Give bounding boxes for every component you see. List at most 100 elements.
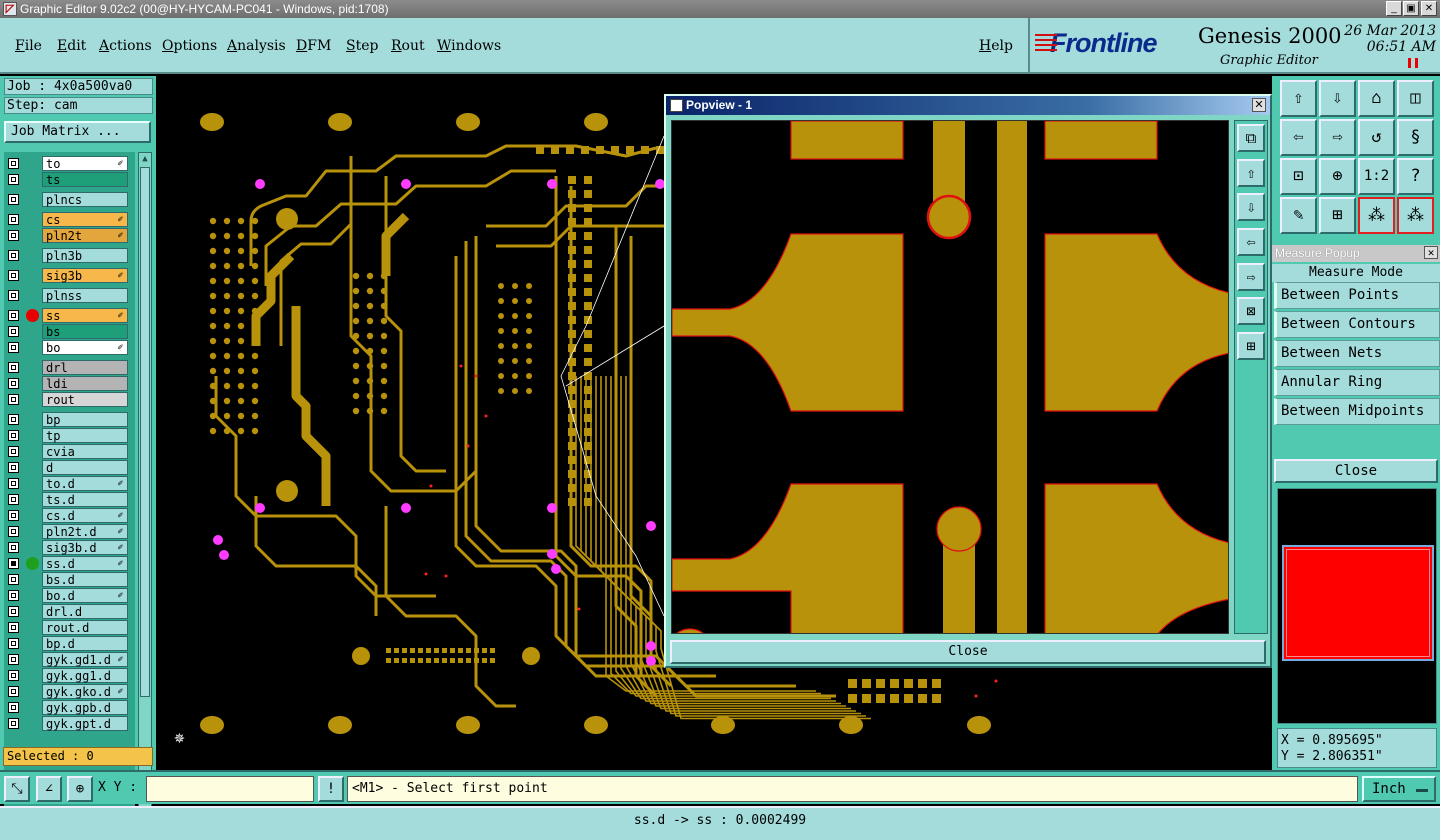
layer-name[interactable]: ss ✐ — [42, 308, 128, 323]
layer-name[interactable]: pln3b — [42, 248, 128, 263]
layer-row-to-d[interactable]: to.d ✐ — [4, 475, 135, 491]
net-measure-icon[interactable]: ⁂ — [1358, 197, 1395, 234]
layer-name[interactable]: cs.d ✐ — [42, 508, 128, 523]
popview-close-button[interactable]: Close — [670, 640, 1266, 664]
layer-checkbox[interactable] — [8, 654, 19, 665]
layer-checkbox[interactable] — [8, 622, 19, 633]
layer-row-ss-d[interactable]: ss.d ✐ — [4, 555, 135, 571]
menu-edit[interactable]: Edit — [57, 38, 86, 54]
layer-name[interactable]: ldi — [42, 376, 128, 391]
layer-row-plncs[interactable]: plncs — [4, 191, 135, 207]
layer-checkbox[interactable] — [8, 290, 19, 301]
layer-row-plnss[interactable]: plnss — [4, 287, 135, 303]
layer-checkbox[interactable] — [8, 174, 19, 185]
scroll-up-icon[interactable]: ▲ — [140, 154, 150, 164]
zoom-fit-icon[interactable]: ⊠ — [1237, 297, 1265, 325]
overview-viewport[interactable] — [1282, 545, 1434, 661]
popview-close-icon[interactable]: ✕ — [1252, 98, 1266, 112]
layer-row-ts[interactable]: ts — [4, 171, 135, 187]
layer-name[interactable]: sig3b ✐ — [42, 268, 128, 283]
layer-name[interactable]: bp.d — [42, 636, 128, 651]
scroll-thumb[interactable] — [140, 167, 150, 697]
zoom-home-icon[interactable]: ⊞ — [1237, 332, 1265, 360]
layer-checkbox[interactable] — [8, 462, 19, 473]
layer-row-tp[interactable]: tp — [4, 427, 135, 443]
layer-row-ldi[interactable]: ldi — [4, 375, 135, 391]
overview-map[interactable] — [1277, 488, 1437, 724]
net-compare-icon[interactable]: ⁂ — [1397, 197, 1434, 234]
warning-icon[interactable]: ! — [318, 776, 344, 802]
xy-input[interactable] — [146, 776, 314, 802]
layer-row-pln2t-d[interactable]: pln2t.d ✐ — [4, 523, 135, 539]
layer-row-cvia[interactable]: cvia — [4, 443, 135, 459]
layer-checkbox[interactable] — [8, 430, 19, 441]
measure-between-midpoints[interactable]: Between Midpoints — [1274, 398, 1440, 425]
zoom-one-to-two-icon[interactable]: 1:2 — [1358, 158, 1395, 195]
layer-name[interactable]: rout.d — [42, 620, 128, 635]
fit-profile-icon[interactable]: ⊕ — [1319, 158, 1356, 195]
layer-checkbox[interactable] — [8, 194, 19, 205]
pan-left-icon[interactable]: ⇦ — [1280, 119, 1317, 156]
layer-checkbox[interactable] — [8, 326, 19, 337]
units-select[interactable]: Inch — [1362, 776, 1436, 802]
popview-titlebar[interactable]: Popview - 1 ✕ — [666, 96, 1270, 115]
layer-checkbox[interactable] — [8, 478, 19, 489]
layer-name[interactable]: gyk.gg1.d — [42, 668, 128, 683]
measure-between-points[interactable]: Between Points — [1274, 282, 1440, 309]
layer-row-bs-d[interactable]: bs.d — [4, 571, 135, 587]
angle-snap-icon[interactable]: ∠ — [36, 776, 62, 802]
layer-name[interactable]: drl.d — [42, 604, 128, 619]
layer-checkbox[interactable] — [8, 558, 19, 569]
layer-row-sig3b[interactable]: sig3b ✐ — [4, 267, 135, 283]
home-view-icon[interactable]: ⌂ — [1358, 80, 1395, 117]
measure-close-button[interactable]: Close — [1274, 459, 1438, 483]
layer-row-rout-d[interactable]: rout.d — [4, 619, 135, 635]
layer-row-to[interactable]: to ✐ — [4, 155, 135, 171]
layer-name[interactable]: to.d ✐ — [42, 476, 128, 491]
menu-dfm[interactable]: DFM — [296, 38, 331, 54]
redraw-icon[interactable]: ↺ — [1358, 119, 1395, 156]
layer-row-gyk-gpt-d[interactable]: gyk.gpt.d — [4, 715, 135, 731]
layer-row-bp[interactable]: bp — [4, 411, 135, 427]
layer-checkbox[interactable] — [8, 230, 19, 241]
layer-name[interactable]: pln2t.d ✐ — [42, 524, 128, 539]
zoom-window-icon[interactable]: ⧉ — [1237, 124, 1265, 152]
layer-checkbox[interactable] — [8, 510, 19, 521]
layer-row-bp-d[interactable]: bp.d — [4, 635, 135, 651]
layer-checkbox[interactable] — [8, 686, 19, 697]
layer-name[interactable]: plncs — [42, 192, 128, 207]
layer-checkbox[interactable] — [8, 446, 19, 457]
layer-checkbox[interactable] — [8, 310, 19, 321]
close-window-button[interactable]: ✕ — [1421, 1, 1437, 16]
layer-name[interactable]: bs — [42, 324, 128, 339]
minimize-button[interactable]: _ — [1386, 1, 1402, 16]
layer-name[interactable]: sig3b.d ✐ — [42, 540, 128, 555]
layer-name[interactable]: bp — [42, 412, 128, 427]
layer-name[interactable]: to ✐ — [42, 156, 128, 171]
layer-checkbox[interactable] — [8, 702, 19, 713]
layer-row-rout[interactable]: rout — [4, 391, 135, 407]
layer-row-bo-d[interactable]: bo.d ✐ — [4, 587, 135, 603]
layer-checkbox[interactable] — [8, 414, 19, 425]
layer-name[interactable]: cs ✐ — [42, 212, 128, 227]
layer-name[interactable]: rout — [42, 392, 128, 407]
measure-annular-ring[interactable]: Annular Ring — [1274, 369, 1440, 396]
layer-name[interactable]: plnss — [42, 288, 128, 303]
menu-actions[interactable]: Actions — [99, 38, 152, 54]
layer-name[interactable]: bs.d — [42, 572, 128, 587]
menu-windows[interactable]: Windows — [437, 38, 501, 54]
layer-name[interactable]: bo.d ✐ — [42, 588, 128, 603]
layer-checkbox[interactable] — [8, 606, 19, 617]
layer-name[interactable]: gyk.gpb.d — [42, 700, 128, 715]
layer-row-bs[interactable]: bs — [4, 323, 135, 339]
layer-row-drl[interactable]: drl — [4, 359, 135, 375]
layer-name[interactable]: gyk.gd1.d ✐ — [42, 652, 128, 667]
layer-row-bo[interactable]: bo ✐ — [4, 339, 135, 355]
menu-analysis[interactable]: Analysis — [227, 38, 286, 54]
fit-screen-icon[interactable]: ⊡ — [1280, 158, 1317, 195]
measure-close-icon[interactable]: ✕ — [1424, 246, 1438, 259]
layer-name[interactable]: d — [42, 460, 128, 475]
layer-checkbox[interactable] — [8, 342, 19, 353]
layer-checkbox[interactable] — [8, 526, 19, 537]
layer-checkbox[interactable] — [8, 394, 19, 405]
